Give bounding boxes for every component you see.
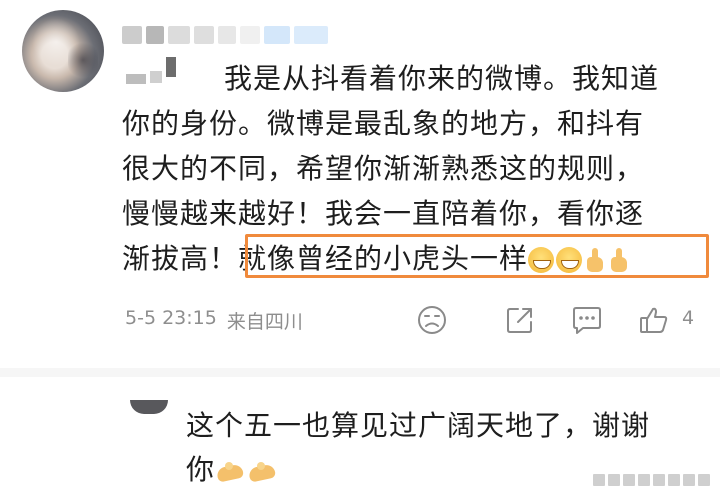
like-button[interactable] [638, 300, 670, 340]
reply-emoji-row [215, 458, 277, 484]
comment-line-2: 你的身份。微博是最乱象的地方，和抖有 [122, 107, 645, 140]
like-count: 4 [682, 307, 695, 329]
username-redacted[interactable] [122, 24, 344, 46]
comment-line-1: 我是从抖看着你来的微博。我知道 [224, 62, 660, 95]
comment-timestamp: 5-5 23:15 [125, 307, 217, 329]
dislike-button[interactable] [416, 300, 448, 340]
highlight-annotation-box [245, 234, 709, 278]
praying-hands-icon [215, 458, 245, 484]
commenter-avatar[interactable] [22, 10, 104, 92]
comment-line-5: 渐拔高！ [122, 242, 239, 275]
reply-avatar[interactable] [130, 400, 168, 414]
comment-line-4: 慢慢越来越好！我会一直陪着你，看你逐 [122, 197, 645, 230]
sad-face-icon [416, 304, 448, 336]
share-button[interactable] [504, 300, 536, 340]
reply-line-1: 这个五一也算见过广阔天地了，谢谢 [186, 409, 651, 442]
comment-meta: 5-5 23:15 来自四川 [125, 307, 303, 334]
thumbs-up-outline-icon [638, 304, 670, 336]
comment-location: 来自四川 [226, 311, 303, 333]
reply-line-2: 你 [186, 453, 216, 486]
avatar-blur [68, 40, 98, 80]
comment-bubble-icon [570, 304, 604, 336]
praying-hands-icon [247, 458, 277, 484]
comment-line-3: 很大的不同，希望你渐渐熟悉这的规则， [122, 152, 645, 185]
watermark-redacted [593, 474, 710, 486]
reply-button[interactable] [570, 300, 604, 340]
section-divider [0, 368, 720, 377]
share-icon [504, 304, 536, 336]
